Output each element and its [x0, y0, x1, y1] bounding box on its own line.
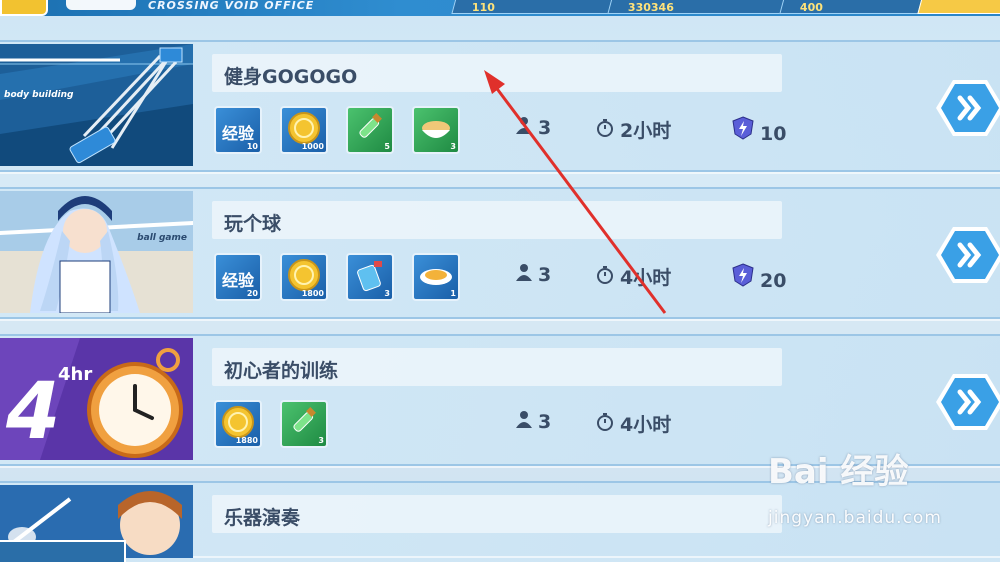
- energy-cost: 20: [732, 263, 786, 292]
- people-count: 3: [516, 116, 551, 139]
- go-button[interactable]: [936, 372, 1000, 432]
- expander-icon: [0, 44, 193, 166]
- energy-cost: 10: [732, 116, 786, 145]
- stopwatch-icon: [596, 413, 614, 436]
- watermark-main: Bai 经验: [768, 452, 909, 492]
- resource-coin[interactable]: 330346: [607, 0, 798, 14]
- watermark-url: jingyan.baidu.com: [768, 508, 942, 528]
- shield-bolt-icon: [732, 116, 754, 145]
- duration: 4小时: [596, 263, 671, 290]
- anime-girl-icon: [0, 191, 193, 313]
- task-row[interactable]: body building 健身GOGOGO 经验 10 1000 5 3 3 …: [0, 40, 1000, 172]
- water-bottle-icon[interactable]: 3: [346, 253, 394, 301]
- thumb-caption: 4hr: [58, 364, 92, 385]
- person-icon: [516, 263, 532, 286]
- svg-text:4: 4: [5, 367, 60, 457]
- baidu-watermark: Bai 经验 jingyan.baidu.com: [768, 444, 993, 540]
- people-count: 3: [516, 263, 551, 286]
- resource-gem[interactable]: 400: [779, 0, 933, 14]
- exp-icon[interactable]: 经验 10: [214, 106, 262, 154]
- green-bottle-icon[interactable]: 5: [346, 106, 394, 154]
- people-count: 3: [516, 410, 551, 433]
- office-label: CROSSING VOID OFFICE: [148, 0, 315, 12]
- task-thumbnail: body building: [0, 44, 193, 166]
- stopwatch-icon: [596, 119, 614, 142]
- gold-coin-icon[interactable]: 1000: [280, 106, 328, 154]
- task-row[interactable]: ball game 玩个球 经验 20 1800 3 1 3 4小时 20: [0, 187, 1000, 319]
- person-icon: [516, 116, 532, 139]
- gold-coin-icon[interactable]: 1880: [214, 400, 262, 448]
- shield-bolt-icon: [732, 263, 754, 292]
- go-button[interactable]: [936, 78, 1000, 138]
- bottom-tab[interactable]: [0, 540, 126, 562]
- food-bowl-icon[interactable]: 3: [412, 106, 460, 154]
- green-bottle-icon[interactable]: 3: [280, 400, 328, 448]
- clock-icon: 4 4hr: [0, 338, 193, 460]
- task-title: 健身GOGOGO: [224, 66, 358, 88]
- task-title-box: 健身GOGOGO: [212, 54, 782, 92]
- add-resource-button[interactable]: [917, 0, 1000, 14]
- task-title: 玩个球: [224, 213, 282, 235]
- office-badge: [66, 0, 136, 10]
- task-thumbnail: ball game: [0, 191, 193, 313]
- gold-coin-icon[interactable]: 1800: [280, 253, 328, 301]
- task-title-box: 玩个球: [212, 201, 782, 239]
- exp-icon[interactable]: 经验 20: [214, 253, 262, 301]
- go-button[interactable]: [936, 225, 1000, 285]
- food-plate-icon[interactable]: 1: [412, 253, 460, 301]
- task-title: 初心者的训练: [224, 360, 339, 382]
- resource-arrow[interactable]: 110: [451, 0, 622, 14]
- duration: 4小时: [596, 410, 671, 437]
- top-bar: CROSSING VOID OFFICE 110 330346 400: [0, 0, 1000, 16]
- thumb-caption: ball game: [137, 233, 187, 243]
- stopwatch-icon: [596, 266, 614, 289]
- task-title: 乐器演奏: [224, 507, 301, 529]
- menu-logo[interactable]: [0, 0, 48, 16]
- task-title-box: 乐器演奏: [212, 495, 782, 533]
- thumb-caption: body building: [4, 90, 74, 100]
- person-icon: [516, 410, 532, 433]
- task-title-box: 初心者的训练: [212, 348, 782, 386]
- duration: 2小时: [596, 116, 671, 143]
- task-thumbnail: 4 4hr: [0, 338, 193, 460]
